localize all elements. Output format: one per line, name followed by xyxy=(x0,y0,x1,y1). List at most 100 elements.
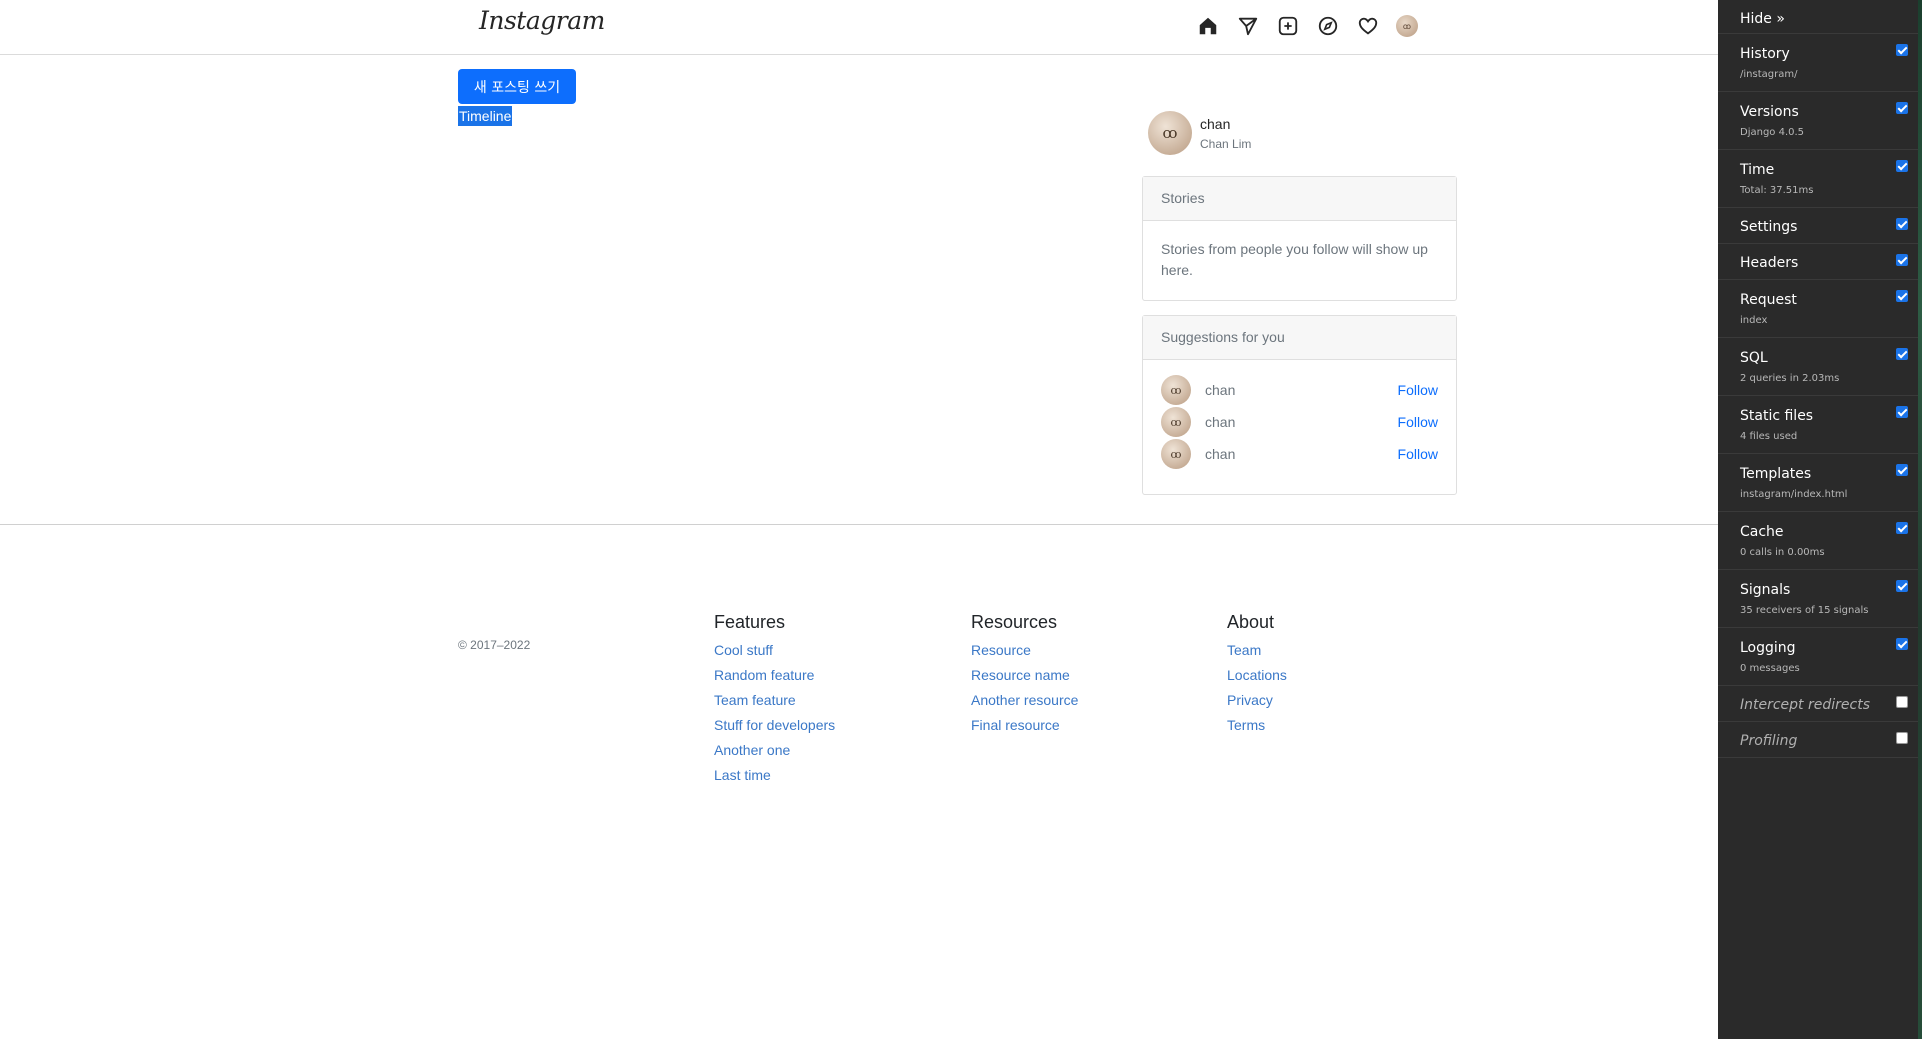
panel-history[interactable]: History /instagram/ xyxy=(1718,34,1922,92)
panel-title: Signals xyxy=(1740,582,1791,598)
panel-title: Time xyxy=(1740,162,1775,178)
hide-toolbar-button[interactable]: Hide » xyxy=(1718,0,1922,34)
panel-toggle-checkbox[interactable] xyxy=(1896,44,1908,56)
instagram-logo[interactable]: Instagram xyxy=(479,6,605,35)
footer-link[interactable]: Last time xyxy=(714,767,771,783)
follow-button[interactable]: Follow xyxy=(1398,412,1438,433)
compass-icon[interactable] xyxy=(1316,14,1340,38)
footer-link[interactable]: Another one xyxy=(714,742,790,758)
nav-icons: ꝏ xyxy=(1196,14,1418,38)
send-icon[interactable] xyxy=(1236,14,1260,38)
plus-square-icon[interactable] xyxy=(1276,14,1300,38)
footer-link[interactable]: Cool stuff xyxy=(714,642,773,658)
panel-signals[interactable]: Signals 35 receivers of 15 signals xyxy=(1718,570,1922,628)
panel-title: Templates xyxy=(1740,466,1812,482)
copyright-text: © 2017–2022 xyxy=(458,638,531,652)
timeline-heading: Timeline xyxy=(458,106,513,126)
suggestion-username[interactable]: chan xyxy=(1205,380,1398,401)
panel-toggle-checkbox[interactable] xyxy=(1896,464,1908,476)
panel-subtitle: /instagram/ xyxy=(1740,69,1798,80)
profile-avatar[interactable]: ꝏ xyxy=(1396,15,1418,37)
panel-versions[interactable]: Versions Django 4.0.5 xyxy=(1718,92,1922,150)
panel-toggle-checkbox[interactable] xyxy=(1896,218,1908,230)
panel-toggle-checkbox[interactable] xyxy=(1896,254,1908,266)
profile-fullname: Chan Lim xyxy=(1200,136,1252,151)
avatar[interactable]: ꝏ xyxy=(1161,375,1191,405)
panel-title: SQL xyxy=(1740,350,1768,366)
avatar[interactable]: ꝏ xyxy=(1161,407,1191,437)
footer-link[interactable]: Random feature xyxy=(714,667,814,683)
suggestion-username[interactable]: chan xyxy=(1205,412,1398,433)
panel-settings[interactable]: Settings xyxy=(1718,208,1922,244)
footer-resources: Resources Resource Resource name Another… xyxy=(971,612,1078,742)
stories-card: Stories Stories from people you follow w… xyxy=(1142,176,1457,301)
panel-toggle-checkbox[interactable] xyxy=(1896,732,1908,744)
footer-link[interactable]: Team xyxy=(1227,642,1261,658)
suggestions-card: Suggestions for you ꝏ chan Follow ꝏ chan… xyxy=(1142,315,1457,495)
footer-link[interactable]: Privacy xyxy=(1227,692,1273,708)
follow-button[interactable]: Follow xyxy=(1398,444,1438,465)
panel-subtitle: 0 messages xyxy=(1740,663,1800,674)
panel-logging[interactable]: Logging 0 messages xyxy=(1718,628,1922,686)
footer-link[interactable]: Team feature xyxy=(714,692,796,708)
panel-toggle-checkbox[interactable] xyxy=(1896,580,1908,592)
panel-title: Cache xyxy=(1740,524,1784,540)
panel-static-files[interactable]: Static files 4 files used xyxy=(1718,396,1922,454)
panel-templates[interactable]: Templates instagram/index.html xyxy=(1718,454,1922,512)
stories-header: Stories xyxy=(1143,177,1456,221)
panel-profiling[interactable]: Profiling xyxy=(1718,722,1922,758)
panel-title: Logging xyxy=(1740,640,1796,656)
footer-link[interactable]: Resource name xyxy=(971,667,1070,683)
home-icon[interactable] xyxy=(1196,14,1220,38)
heart-icon[interactable] xyxy=(1356,14,1380,38)
suggestion-username[interactable]: chan xyxy=(1205,444,1398,465)
footer-link[interactable]: Terms xyxy=(1227,717,1265,733)
suggestion-row: ꝏ chan Follow xyxy=(1161,438,1438,470)
footer-link[interactable]: Stuff for developers xyxy=(714,717,835,733)
footer-about-title: About xyxy=(1227,612,1275,632)
panel-subtitle: 0 calls in 0.00ms xyxy=(1740,547,1825,558)
debug-toolbar: Hide » History /instagram/ Versions Djan… xyxy=(1718,0,1922,1039)
panel-title: Settings xyxy=(1740,219,1798,235)
main-page: Instagram ꝏ 새 포스팅 쓰기 Timeline ꝏ chan Cha… xyxy=(0,0,1718,1039)
panel-subtitle: index xyxy=(1740,315,1768,326)
new-post-button[interactable]: 새 포스팅 쓰기 xyxy=(458,69,576,104)
panel-title: Profiling xyxy=(1740,733,1798,749)
panel-toggle-checkbox[interactable] xyxy=(1896,290,1908,302)
panel-toggle-checkbox[interactable] xyxy=(1896,638,1908,650)
window-edge xyxy=(1918,0,1922,1039)
panel-title: Static files xyxy=(1740,408,1814,424)
panel-subtitle: Django 4.0.5 xyxy=(1740,127,1805,138)
footer-link[interactable]: Another resource xyxy=(971,692,1078,708)
footer-features: Features Cool stuff Random feature Team … xyxy=(714,612,835,792)
avatar[interactable]: ꝏ xyxy=(1161,439,1191,469)
stories-empty-text: Stories from people you follow will show… xyxy=(1161,241,1428,278)
panel-toggle-checkbox[interactable] xyxy=(1896,522,1908,534)
footer-about: About Team Locations Privacy Terms xyxy=(1227,612,1287,742)
panel-intercept-redirects[interactable]: Intercept redirects xyxy=(1718,686,1922,722)
panel-title: History xyxy=(1740,46,1790,62)
panel-time[interactable]: Time Total: 37.51ms xyxy=(1718,150,1922,208)
panel-sql[interactable]: SQL 2 queries in 2.03ms xyxy=(1718,338,1922,396)
panel-title: Versions xyxy=(1740,104,1799,120)
panel-toggle-checkbox[interactable] xyxy=(1896,696,1908,708)
panel-headers[interactable]: Headers xyxy=(1718,244,1922,280)
footer-link[interactable]: Final resource xyxy=(971,717,1060,733)
panel-toggle-checkbox[interactable] xyxy=(1896,102,1908,114)
panel-toggle-checkbox[interactable] xyxy=(1896,160,1908,172)
panel-title: Intercept redirects xyxy=(1740,697,1870,713)
profile-summary[interactable]: ꝏ chan Chan Lim xyxy=(1148,111,1251,155)
footer-link[interactable]: Locations xyxy=(1227,667,1287,683)
panel-title: Request xyxy=(1740,292,1797,308)
panel-request[interactable]: Request index xyxy=(1718,280,1922,338)
panel-toggle-checkbox[interactable] xyxy=(1896,348,1908,360)
footer-link[interactable]: Resource xyxy=(971,642,1031,658)
panel-title: Headers xyxy=(1740,255,1799,271)
avatar[interactable]: ꝏ xyxy=(1148,111,1192,155)
follow-button[interactable]: Follow xyxy=(1398,380,1438,401)
profile-username[interactable]: chan xyxy=(1200,116,1251,132)
footer-features-title: Features xyxy=(714,612,786,632)
panel-cache[interactable]: Cache 0 calls in 0.00ms xyxy=(1718,512,1922,570)
suggestion-row: ꝏ chan Follow xyxy=(1161,406,1438,438)
panel-toggle-checkbox[interactable] xyxy=(1896,406,1908,418)
